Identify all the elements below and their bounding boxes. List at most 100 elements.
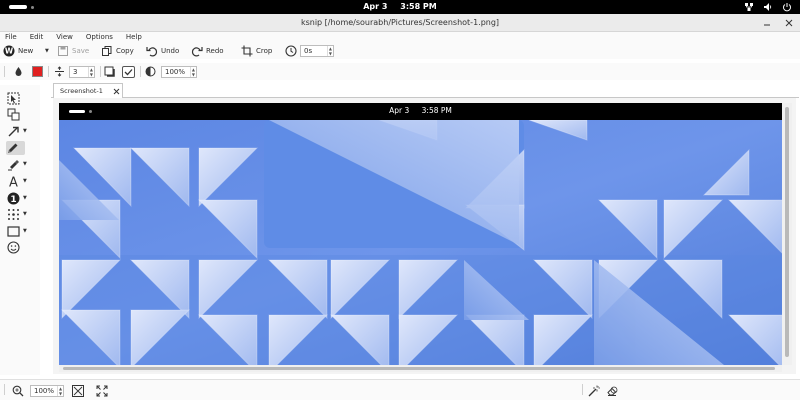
effects-button[interactable] — [588, 384, 600, 397]
opacity-control: 100% ▲ ▼ — [145, 65, 197, 78]
spin-arrows[interactable]: ▲ ▼ — [57, 385, 63, 396]
shadow-toggle[interactable] — [104, 65, 116, 78]
tool-palette: ▼ ▼ A ▼ 1 ▼ ▼ ▼ — [0, 85, 40, 375]
undo-icon — [146, 46, 158, 56]
new-button[interactable]: W New — [3, 43, 33, 58]
screenshot-image[interactable]: Apr 3 3:58 PM — [59, 103, 782, 365]
minimize-icon[interactable] — [762, 18, 772, 28]
delay-control: 0s ▲ ▼ — [285, 43, 334, 58]
blur-tool[interactable]: ▼ — [7, 207, 33, 221]
spin-arrows[interactable]: ▲ ▼ — [87, 66, 94, 77]
crop-button[interactable]: Crop — [241, 43, 272, 58]
screenshot-time: 3:58 PM — [421, 106, 452, 115]
svg-text:W: W — [5, 46, 14, 55]
redo-icon — [191, 46, 203, 56]
menu-file[interactable]: File — [5, 32, 17, 42]
pen-tool[interactable] — [6, 141, 25, 155]
status-bar: 100% ▲ ▼ — [0, 379, 800, 400]
color-picker[interactable] — [13, 65, 43, 78]
separator — [48, 66, 49, 77]
new-dropdown[interactable]: ▼ — [42, 43, 49, 58]
window-titlebar[interactable]: ksnip [/home/sourabh/Pictures/Screenshot… — [0, 14, 800, 32]
svg-text:A: A — [9, 175, 18, 188]
volume-icon[interactable] — [763, 2, 773, 12]
menu-view[interactable]: View — [56, 32, 73, 42]
text-icon: A — [9, 175, 18, 188]
sticker-tool[interactable] — [7, 240, 33, 254]
close-icon[interactable] — [784, 18, 794, 28]
crop-button-label: Crop — [256, 46, 273, 55]
chevron-down-icon[interactable]: ▼ — [23, 195, 27, 201]
copy-button[interactable]: Copy — [101, 43, 134, 58]
color-swatch[interactable] — [32, 66, 43, 77]
chevron-down-icon[interactable]: ▼ — [23, 228, 27, 234]
close-tab-icon[interactable] — [113, 88, 120, 95]
scrollbar-thumb[interactable] — [63, 367, 775, 370]
menu-help[interactable]: Help — [126, 32, 142, 42]
vertical-scrollbar[interactable] — [782, 103, 792, 365]
marker-icon — [8, 159, 19, 170]
width-spinbox[interactable]: 3 ▲ ▼ — [69, 65, 95, 78]
opacity-icon — [145, 66, 156, 77]
system-top-bar: Apr 3 3:58 PM — [0, 0, 800, 14]
undo-effect-button[interactable] — [606, 384, 618, 397]
duplicate-icon — [7, 108, 20, 120]
text-tool[interactable]: A ▼ — [7, 174, 33, 188]
toolbar-handle[interactable] — [4, 384, 5, 395]
new-capture-icon: W — [3, 45, 15, 56]
actual-size-button[interactable] — [96, 384, 108, 397]
toolbar-handle[interactable] — [582, 384, 583, 395]
fit-to-window-button[interactable] — [72, 384, 84, 397]
arrow-icon — [8, 126, 19, 136]
horizontal-scrollbar[interactable] — [59, 365, 782, 372]
undo-button[interactable]: Undo — [146, 43, 179, 58]
rectangle-icon — [7, 225, 20, 237]
redo-button[interactable]: Redo — [191, 43, 224, 58]
fill-toggle[interactable] — [122, 65, 135, 78]
copy-icon — [102, 45, 112, 56]
window-title: ksnip [/home/sourabh/Pictures/Screenshot… — [300, 18, 500, 27]
magic-wand-icon — [588, 385, 600, 396]
opacity-value: 100% — [165, 67, 186, 76]
chevron-down-icon[interactable]: ▼ — [23, 211, 27, 217]
rectangle-tool[interactable]: ▼ — [7, 224, 33, 238]
wallpaper-image — [59, 120, 782, 365]
select-tool[interactable] — [7, 91, 33, 105]
system-tray[interactable] — [744, 2, 792, 12]
marker-tool[interactable]: ▼ — [7, 157, 33, 171]
shadow-icon — [104, 66, 115, 77]
menu-options[interactable]: Options — [86, 32, 113, 42]
number-icon: 1 — [7, 192, 20, 205]
system-time: 3:58 PM — [400, 2, 437, 11]
separator — [100, 66, 101, 77]
eraser-icon — [607, 386, 618, 396]
clock-icon — [285, 44, 297, 57]
save-button[interactable]: Save — [57, 43, 89, 58]
chevron-down-icon[interactable]: ▼ — [23, 161, 27, 167]
crop-icon — [241, 45, 253, 56]
chevron-down-icon[interactable]: ▼ — [23, 128, 27, 134]
sticker-icon — [7, 240, 20, 254]
network-icon[interactable] — [744, 2, 754, 12]
zoom-value: 100% — [34, 386, 55, 395]
delay-spinbox[interactable]: 0s ▲ ▼ — [300, 44, 334, 57]
spin-arrows[interactable]: ▲ ▼ — [189, 66, 196, 77]
new-button-label: New — [18, 46, 34, 55]
zoom-spinbox[interactable]: 100% ▲ ▼ — [30, 384, 64, 397]
arrow-tool[interactable]: ▼ — [7, 124, 33, 138]
duplicate-tool[interactable] — [7, 107, 33, 121]
tab-screenshot-1[interactable]: Screenshot-1 — [53, 83, 123, 98]
scrollbar-thumb[interactable] — [785, 107, 789, 357]
fit-to-window-icon — [72, 384, 84, 397]
power-icon[interactable] — [782, 2, 792, 12]
spin-arrows[interactable]: ▲ ▼ — [326, 45, 333, 56]
zoom-control: 100% ▲ ▼ — [12, 384, 64, 397]
system-clock[interactable]: Apr 3 3:58 PM — [0, 2, 800, 11]
width-value: 3 — [73, 67, 78, 76]
screenshot-date: Apr 3 — [389, 106, 410, 115]
toolbar-handle[interactable] — [4, 66, 5, 77]
opacity-spinbox[interactable]: 100% ▲ ▼ — [161, 65, 197, 78]
number-tool[interactable]: 1 ▼ — [7, 191, 33, 205]
menu-edit[interactable]: Edit — [30, 32, 44, 42]
chevron-down-icon[interactable]: ▼ — [23, 178, 27, 184]
